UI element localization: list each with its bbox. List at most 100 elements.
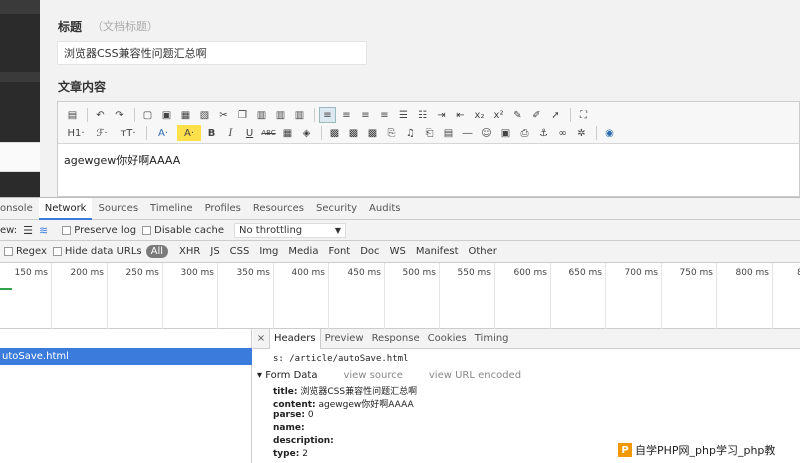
- align-right-icon[interactable]: ≡: [357, 107, 374, 123]
- filter-font[interactable]: Font: [323, 246, 355, 257]
- template-icon[interactable]: ▦: [177, 107, 194, 123]
- site-watermark: P 自学PHP网_php学习_php教: [616, 439, 800, 461]
- superscript-icon[interactable]: x²: [490, 107, 507, 123]
- source-icon[interactable]: ▤: [64, 107, 81, 123]
- redo-icon[interactable]: ↷: [111, 107, 128, 123]
- tab-sources[interactable]: Sources: [92, 198, 144, 220]
- editor-content[interactable]: agewgew你好啊AAAA: [64, 152, 180, 168]
- strikethrough-button[interactable]: ABC: [260, 125, 277, 141]
- tab-profiles[interactable]: Profiles: [199, 198, 247, 220]
- bold-button[interactable]: B: [203, 125, 220, 141]
- cut-icon[interactable]: ✂: [215, 107, 232, 123]
- ordered-list-icon[interactable]: ☰: [395, 107, 412, 123]
- unlink-icon[interactable]: ✲: [573, 125, 590, 141]
- waterfall-view-icon[interactable]: ≋: [39, 224, 48, 237]
- tab-audits[interactable]: Audits: [363, 198, 406, 220]
- tab-headers[interactable]: Headers: [269, 328, 321, 349]
- title-input[interactable]: [57, 41, 367, 65]
- subscript-icon[interactable]: x₂: [471, 107, 488, 123]
- link-icon[interactable]: ∞: [554, 125, 571, 141]
- flash-icon[interactable]: ▩: [345, 125, 362, 141]
- site-logo-icon: P: [618, 443, 632, 457]
- map-icon[interactable]: ▣: [497, 125, 514, 141]
- font-family-dropdown[interactable]: ℱ·: [90, 125, 114, 141]
- undo-icon[interactable]: ↶: [92, 107, 109, 123]
- filter-media[interactable]: Media: [283, 246, 323, 257]
- filter-manifest[interactable]: Manifest: [411, 246, 464, 257]
- regex-checkbox[interactable]: [4, 247, 13, 256]
- request-row-autosave[interactable]: utoSave.html: [0, 348, 252, 365]
- preview-icon[interactable]: ▢: [139, 107, 156, 123]
- form-data-title[interactable]: ▾ Form Data: [257, 370, 317, 381]
- select-all-icon[interactable]: ✐: [528, 107, 545, 123]
- italic-button[interactable]: I: [222, 125, 239, 141]
- page-break-icon[interactable]: ⎙: [516, 125, 533, 141]
- music-icon[interactable]: ♫: [402, 125, 419, 141]
- clear-format-icon[interactable]: ✎: [509, 107, 526, 123]
- timeline-tick: 200 ms: [52, 263, 108, 329]
- rich-text-editor[interactable]: ▤ ↶ ↷ ▢ ▣ ▦ ▧ ✂ ❐ ▥ ▥ ▥ ≡ ≡ ≡ ≡ ☰ ☷ ⇥ ⇤ …: [57, 101, 800, 197]
- tab-cookies[interactable]: Cookies: [424, 329, 471, 349]
- tab-timeline[interactable]: Timeline: [144, 198, 199, 220]
- filter-js[interactable]: JS: [205, 246, 224, 257]
- view-url-encoded-link[interactable]: view URL encoded: [429, 370, 521, 381]
- outdent-icon[interactable]: ⇤: [452, 107, 469, 123]
- hide-data-urls-checkbox[interactable]: [52, 247, 62, 256]
- close-icon[interactable]: ×: [253, 333, 269, 344]
- throttling-select[interactable]: No throttling ▼: [234, 222, 347, 238]
- filter-other[interactable]: Other: [464, 246, 502, 257]
- font-size-dropdown[interactable]: тT·: [116, 125, 140, 141]
- image-icon[interactable]: ▩: [326, 125, 343, 141]
- fullscreen-icon[interactable]: ⛶: [575, 107, 592, 123]
- disable-cache-checkbox[interactable]: [142, 225, 152, 235]
- emoticon-icon[interactable]: ☺: [478, 125, 495, 141]
- paste-text-icon[interactable]: ▥: [272, 107, 289, 123]
- form-data-header[interactable]: ▾ Form Data view source view URL encoded: [257, 370, 521, 381]
- unordered-list-icon[interactable]: ☷: [414, 107, 431, 123]
- pointer-icon[interactable]: ➚: [547, 107, 564, 123]
- filter-ws[interactable]: WS: [385, 246, 411, 257]
- paste-icon[interactable]: ▥: [253, 107, 270, 123]
- align-justify-icon[interactable]: ≡: [376, 107, 393, 123]
- print-icon[interactable]: ▣: [158, 107, 175, 123]
- table-insert-icon[interactable]: ▤: [440, 125, 457, 141]
- help-icon[interactable]: ◉: [601, 125, 618, 141]
- bg-color-dropdown[interactable]: A·: [177, 125, 201, 141]
- filter-xhr[interactable]: XHR: [174, 246, 205, 257]
- tab-preview[interactable]: Preview: [321, 329, 368, 349]
- copy-icon[interactable]: ❐: [234, 107, 251, 123]
- tab-timing[interactable]: Timing: [471, 329, 513, 349]
- list-view-icon[interactable]: ☰: [23, 224, 33, 237]
- form-field-description: description:: [273, 436, 334, 446]
- hr-icon[interactable]: ―: [459, 125, 476, 141]
- eraser-icon[interactable]: ◈: [298, 125, 315, 141]
- preserve-log-checkbox[interactable]: [62, 225, 72, 235]
- form-field-type: type: 2: [273, 449, 308, 459]
- tab-resources[interactable]: Resources: [247, 198, 310, 220]
- anchor-icon[interactable]: ⚓: [535, 125, 552, 141]
- code-icon[interactable]: ▧: [196, 107, 213, 123]
- tab-response[interactable]: Response: [368, 329, 424, 349]
- filter-doc[interactable]: Doc: [355, 246, 384, 257]
- tab-security[interactable]: Security: [310, 198, 363, 220]
- align-left-icon[interactable]: ≡: [319, 107, 336, 123]
- tab-console[interactable]: onsole: [0, 198, 39, 220]
- preserve-log-label: Preserve log: [74, 224, 137, 236]
- text-color-dropdown[interactable]: A·: [151, 125, 175, 141]
- heading-dropdown[interactable]: H1·: [64, 125, 88, 141]
- media-icon[interactable]: ▩: [364, 125, 381, 141]
- filter-css[interactable]: CSS: [225, 246, 255, 257]
- align-center-icon[interactable]: ≡: [338, 107, 355, 123]
- filter-img[interactable]: Img: [254, 246, 283, 257]
- filter-all[interactable]: All: [145, 245, 169, 258]
- table-icon[interactable]: ▦: [279, 125, 296, 141]
- tab-network[interactable]: Network: [38, 197, 93, 220]
- underline-button[interactable]: U: [241, 125, 258, 141]
- view-source-link[interactable]: view source: [343, 370, 402, 381]
- indent-icon[interactable]: ⇥: [433, 107, 450, 123]
- insert-file-icon[interactable]: ⎘: [383, 125, 400, 141]
- paste-word-icon[interactable]: ▥: [291, 107, 308, 123]
- collapsed-panel[interactable]: ›: [0, 142, 40, 306]
- attachment-icon[interactable]: ⎗: [421, 125, 438, 141]
- network-overview-timeline[interactable]: 150 ms 200 ms 250 ms 300 ms 350 ms 400 m…: [0, 263, 800, 329]
